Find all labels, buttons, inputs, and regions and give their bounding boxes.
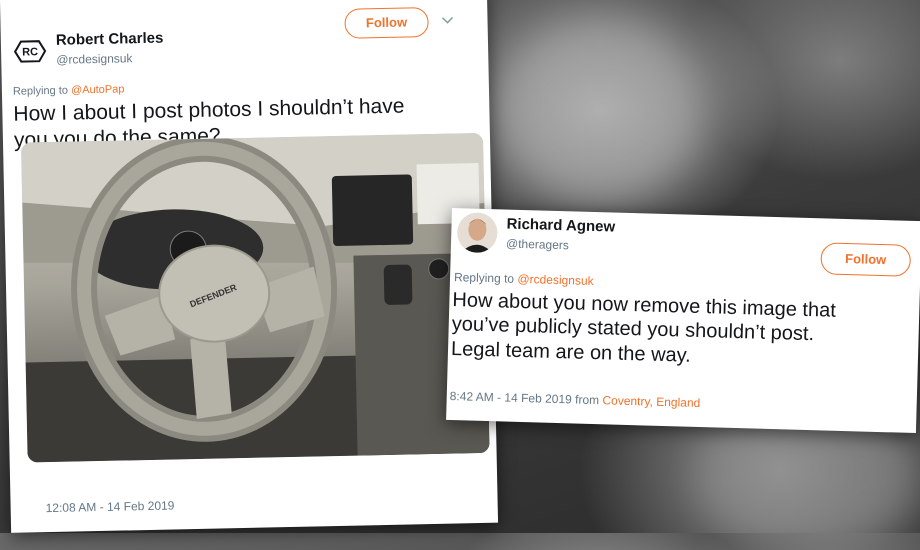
tweet-photo[interactable]: DEFENDER [20, 132, 490, 463]
tweet-meta: 8:42 AM - 14 Feb 2019 from Coventry, Eng… [450, 389, 701, 410]
author-name[interactable]: Richard Agnew [506, 216, 615, 236]
tweet-timestamp[interactable]: 8:42 AM - 14 Feb 2019 [450, 389, 572, 406]
from-label: from [574, 392, 600, 408]
author-handle[interactable]: @rcdesignsuk [56, 51, 132, 67]
tweet-richard-agnew: Richard Agnew @theragers Follow Replying… [446, 208, 920, 434]
tweet-text: How about you now remove this image that… [451, 288, 918, 374]
follow-button[interactable]: Follow [344, 7, 429, 39]
replying-to: Replying to @rcdesignsuk [454, 270, 594, 288]
replying-to: Replying to @AutoPap [13, 83, 125, 97]
replying-prefix: Replying to [453, 270, 515, 286]
replying-prefix: Replying to [12, 84, 69, 98]
background-blur [500, 20, 700, 200]
svg-text:RC: RC [22, 46, 38, 58]
tweet-robert-charles: RC Robert Charles @rcdesignsuk Follow Re… [0, 0, 499, 533]
reply-mention-link[interactable]: @AutoPap [71, 83, 125, 96]
author-name[interactable]: Robert Charles [56, 30, 164, 49]
steering-wheel-photo: DEFENDER [20, 132, 490, 463]
chevron-down-icon[interactable] [441, 17, 454, 25]
reply-mention-link[interactable]: @rcdesignsuk [517, 272, 594, 288]
author-handle[interactable]: @theragers [506, 237, 569, 253]
tweet-timestamp[interactable]: 12:08 AM - 14 Feb 2019 [46, 498, 175, 515]
follow-button[interactable]: Follow [820, 242, 912, 277]
avatar[interactable] [456, 212, 498, 254]
rc-logo-icon: RC [13, 40, 47, 63]
profile-photo [456, 212, 498, 254]
location-link[interactable]: Coventry, England [602, 393, 700, 410]
